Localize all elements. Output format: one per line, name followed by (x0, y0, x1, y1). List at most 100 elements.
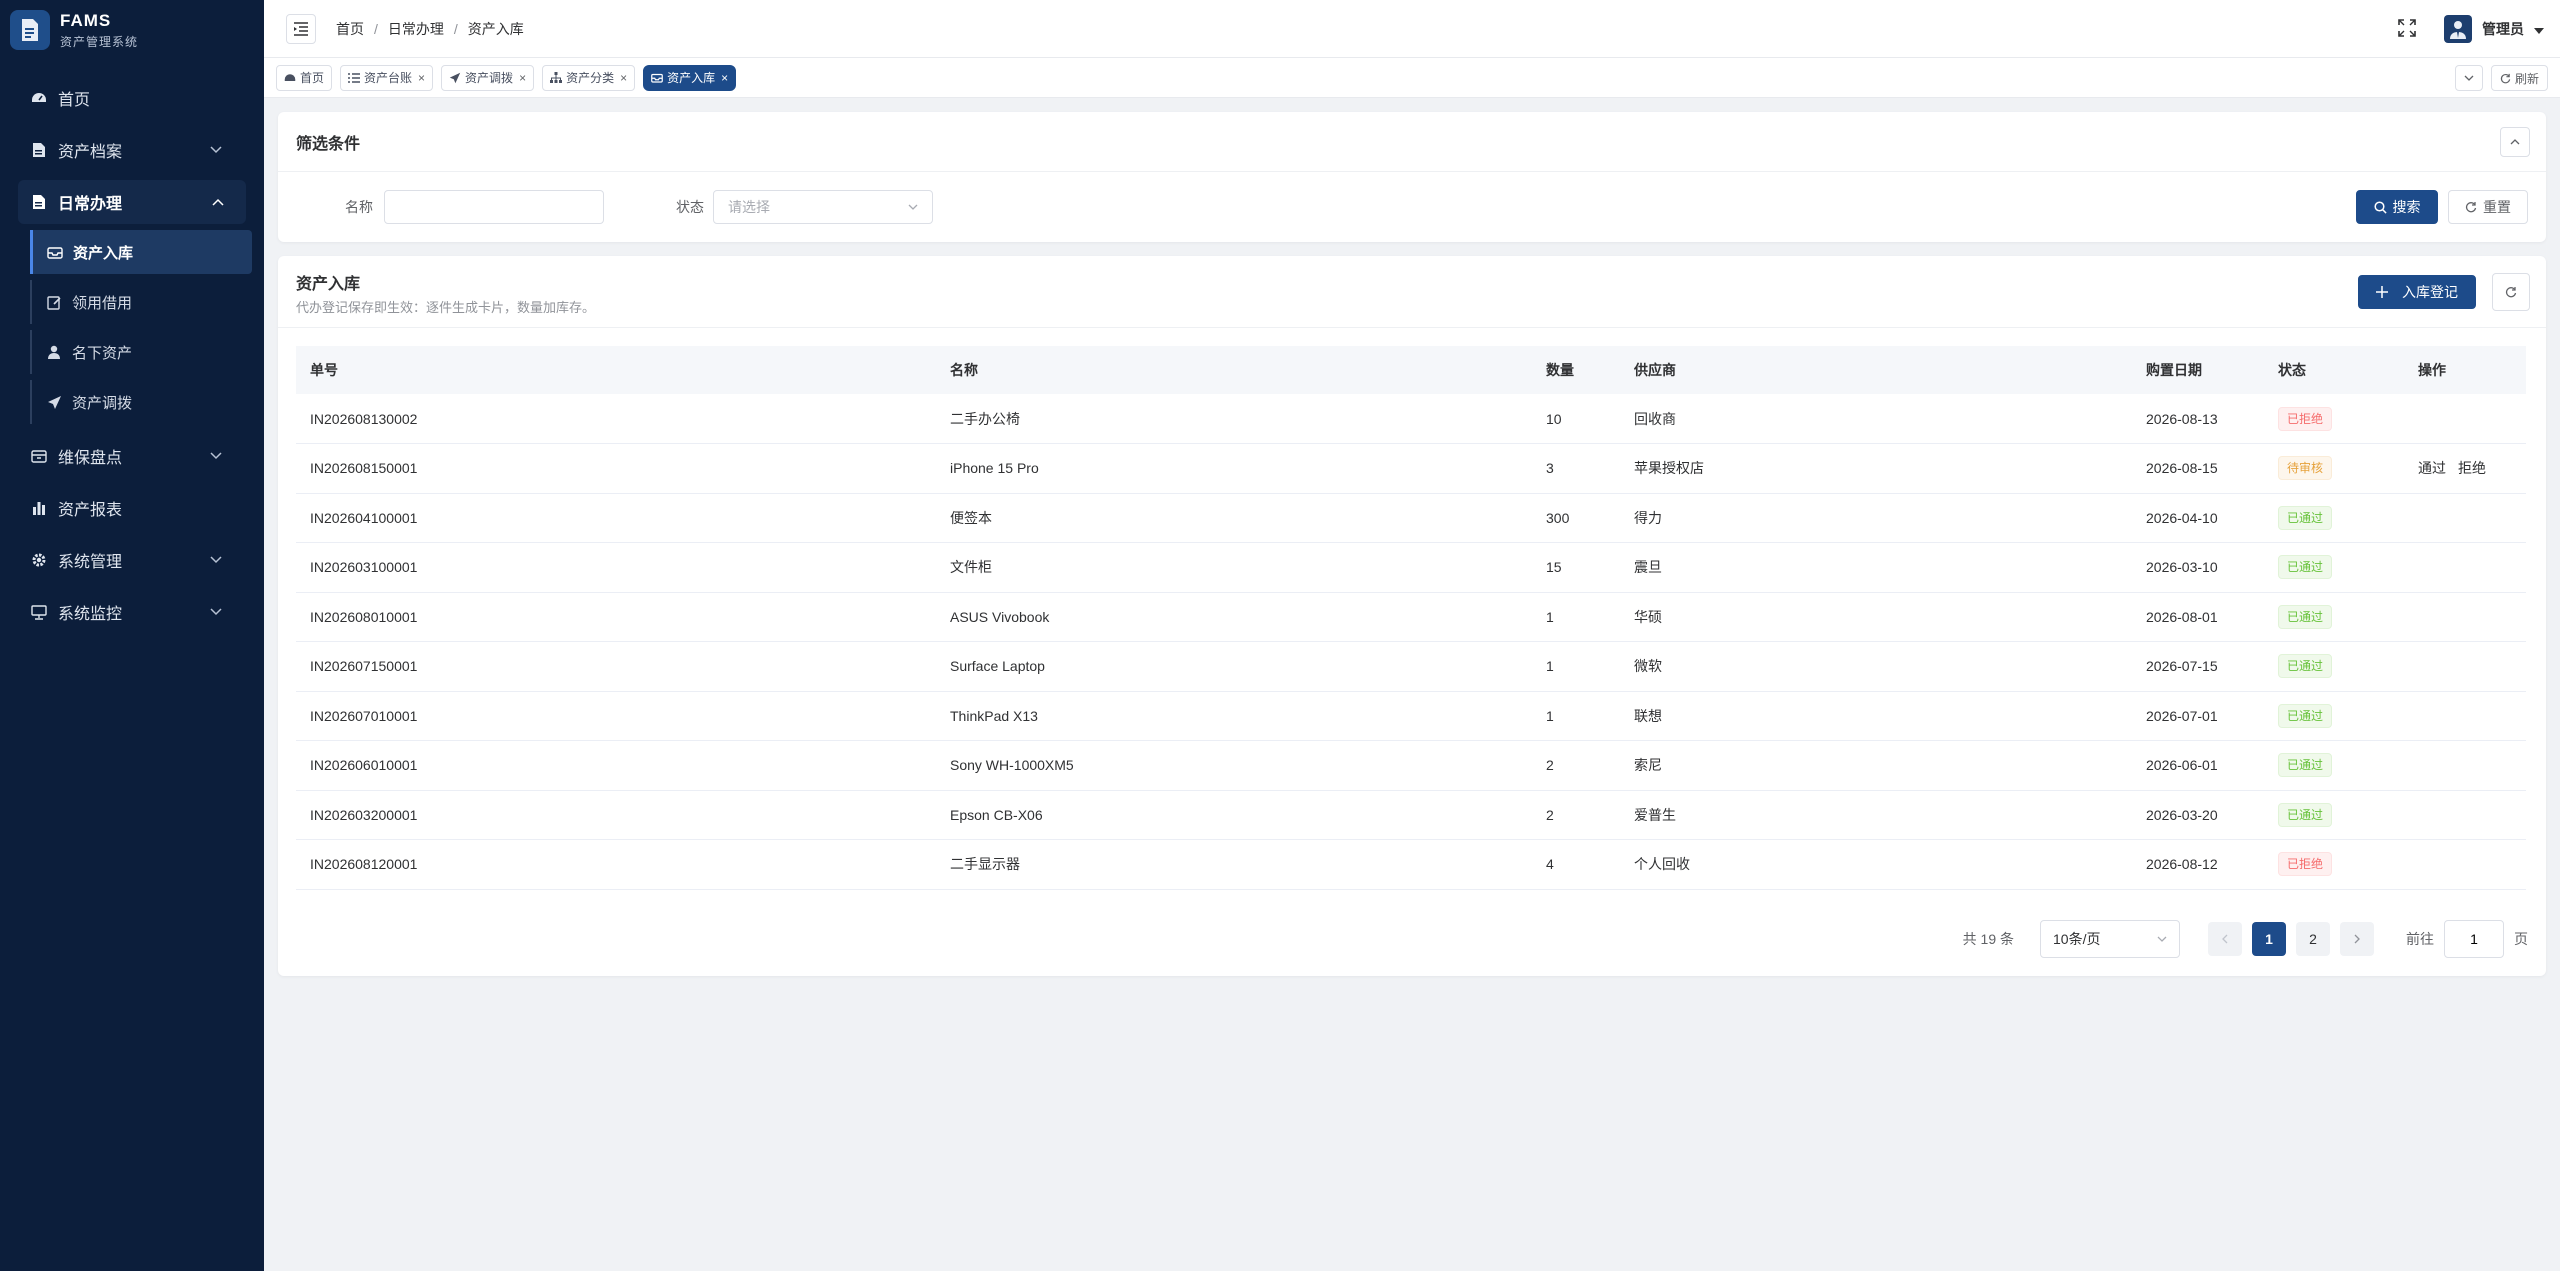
tag-asset-category[interactable]: 资产分类 × (542, 64, 636, 91)
cell-qty: 15 (1532, 542, 1620, 593)
inbound-table-card: 资产入库 代办登记保存即生效：逐件生成卡片，数量加库存。 入库登记 单号 名称 … (278, 256, 2546, 976)
fullscreen-icon[interactable] (2398, 18, 2416, 40)
sidebar-item-asset-archive[interactable]: 资产档案 (0, 124, 264, 176)
tag-label: 资产入库 (667, 71, 716, 85)
cell-actions (2404, 641, 2526, 692)
sidebar-item-borrow[interactable]: 领用借用 (30, 280, 252, 324)
cell-date: 2026-08-15 (2132, 443, 2264, 494)
dashboard-icon (284, 72, 296, 84)
breadcrumb: 首页 / 日常办理 / 资产入库 (336, 19, 524, 39)
page-button[interactable]: 2 (2296, 922, 2330, 956)
tags-dropdown-button[interactable] (2454, 65, 2483, 91)
name-label: 名称 (345, 199, 373, 215)
refresh-icon (2505, 287, 2517, 298)
name-input[interactable] (384, 190, 604, 224)
tag-asset-transfer[interactable]: 资产调拨 × (441, 64, 535, 91)
add-inbound-label: 入库登记 (2402, 284, 2458, 300)
tag-asset-inbound[interactable]: 资产入库 × (643, 64, 737, 91)
sidebar-item-label: 领用借用 (72, 294, 133, 312)
goto-page-input[interactable] (2444, 920, 2504, 958)
reset-button[interactable]: 重置 (2448, 190, 2528, 224)
plus-icon (2376, 286, 2388, 298)
close-icon[interactable]: × (519, 71, 526, 85)
tag-asset-ledger[interactable]: 资产台账 × (340, 64, 434, 91)
cell-qty: 300 (1532, 493, 1620, 543)
breadcrumb-item[interactable]: 日常办理 (388, 19, 444, 39)
cell-date: 2026-08-12 (2132, 839, 2264, 890)
status-badge: 已通过 (2278, 703, 2333, 728)
sidebar-item-home[interactable]: 首页 (0, 72, 264, 124)
column-header: 状态 (2264, 346, 2404, 394)
menu-toggle-button[interactable] (286, 13, 316, 44)
cell-date: 2026-07-01 (2132, 691, 2264, 741)
cell-name: iPhone 15 Pro (936, 443, 1532, 494)
page-size-select[interactable]: 10条/页 (2040, 920, 2180, 958)
page-button[interactable]: 1 (2252, 922, 2286, 956)
approve-button[interactable]: 通过 (2418, 460, 2446, 476)
cell-actions (2404, 394, 2526, 444)
close-icon[interactable]: × (620, 71, 627, 85)
sidebar-item-label: 资产档案 (58, 144, 123, 161)
cell-actions (2404, 592, 2526, 642)
cell-no: IN202607150001 (296, 641, 936, 692)
cell-actions (2404, 691, 2526, 741)
column-header: 名称 (936, 346, 1532, 394)
sidebar-item-asset-inbound[interactable]: 资产入库 (30, 230, 252, 274)
chevron-down-icon (210, 551, 222, 569)
table-row: IN202608120001 二手显示器 4 个人回收 2026-08-12 已拒绝 (296, 839, 2526, 890)
column-header: 操作 (2404, 346, 2526, 394)
table-header-row: 单号 名称 数量 供应商 购置日期 状态 操作 (296, 346, 2526, 394)
refresh-tab-button[interactable]: 刷新 (2490, 65, 2548, 91)
tag-label: 资产台账 (364, 71, 413, 85)
collapse-button[interactable] (2500, 127, 2530, 157)
sidebar-item-daily[interactable]: 日常办理 (18, 180, 246, 224)
next-page-button[interactable] (2340, 922, 2374, 956)
refresh-icon (2500, 73, 2511, 83)
sidebar-item-label: 系统管理 (58, 554, 123, 571)
column-header: 数量 (1532, 346, 1620, 394)
user-menu[interactable]: 管理员 (2444, 15, 2544, 43)
file-icon (30, 141, 48, 159)
sidebar-item-monitor[interactable]: 系统监控 (0, 586, 264, 638)
cell-supplier: 苹果授权店 (1620, 443, 2132, 494)
cell-no: IN202608130002 (296, 394, 936, 444)
cell-qty: 1 (1532, 691, 1620, 741)
cell-supplier: 索尼 (1620, 740, 2132, 791)
table-row: IN202608010001 ASUS Vivobook 1 华硕 2026-08-01… (296, 592, 2526, 642)
cell-qty: 2 (1532, 740, 1620, 791)
sidebar-item-my-assets[interactable]: 名下资产 (30, 330, 252, 374)
sidebar-item-reports[interactable]: 资产报表 (0, 482, 264, 534)
column-header: 单号 (296, 346, 936, 394)
reject-button[interactable]: 拒绝 (2458, 460, 2486, 476)
sidebar-item-transfer[interactable]: 资产调拨 (30, 380, 252, 424)
top-header: 首页 / 日常办理 / 资产入库 管理员 (264, 0, 2560, 58)
cell-supplier: 华硕 (1620, 592, 2132, 642)
breadcrumb-item[interactable]: 首页 (336, 19, 364, 39)
sidebar-item-maintenance[interactable]: 维保盘点 (0, 430, 264, 482)
cell-no: IN202608150001 (296, 443, 936, 494)
close-icon[interactable]: × (418, 71, 425, 85)
section-subtitle: 代办登记保存即生效：逐件生成卡片，数量加库存。 (296, 300, 596, 315)
cell-status: 已通过 (2264, 592, 2404, 642)
close-icon[interactable]: × (721, 71, 728, 85)
refresh-table-button[interactable] (2492, 273, 2530, 311)
search-button[interactable]: 搜索 (2356, 190, 2438, 224)
cell-name: 二手办公椅 (936, 394, 1532, 444)
cell-status: 已通过 (2264, 740, 2404, 791)
search-label: 搜索 (2392, 199, 2421, 215)
breadcrumb-item: 资产入库 (467, 20, 524, 37)
cell-supplier: 回收商 (1620, 394, 2132, 444)
dashboard-icon (30, 89, 48, 107)
prev-page-button[interactable] (2208, 922, 2242, 956)
status-select[interactable]: 请选择 (713, 190, 933, 224)
cell-supplier: 爱普生 (1620, 790, 2132, 840)
tag-home[interactable]: 首页 (276, 64, 333, 91)
inbound-table: 单号 名称 数量 供应商 购置日期 状态 操作 IN202608130002 二手… (296, 346, 2526, 890)
cell-status: 待审核 (2264, 443, 2404, 494)
add-inbound-button[interactable]: 入库登记 (2358, 275, 2476, 309)
sidebar-item-system[interactable]: 系统管理 (0, 534, 264, 586)
cell-qty: 4 (1532, 839, 1620, 890)
avatar (2444, 15, 2472, 43)
table-row: IN202608150001 iPhone 15 Pro 3 苹果授权店 2026-08… (296, 443, 2526, 494)
page-unit-label: 页 (2514, 931, 2528, 947)
